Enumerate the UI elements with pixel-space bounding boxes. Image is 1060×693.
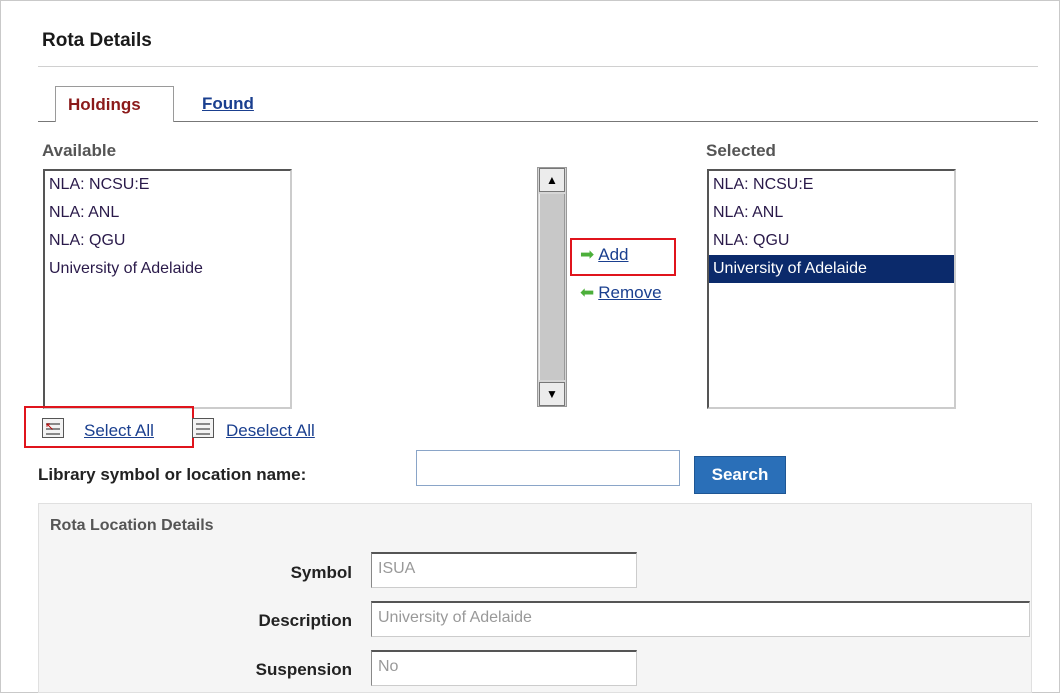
symbol-field[interactable]: ISUA [371,552,637,588]
tab-holdings[interactable]: Holdings [55,86,174,122]
suspension-label: Suspension [255,660,352,679]
available-listbox[interactable]: NLA: NCSU:E NLA: ANL NLA: QGU University… [43,169,292,409]
selected-item[interactable]: NLA: ANL [709,199,954,227]
available-item[interactable]: NLA: NCSU:E [45,171,290,199]
search-input[interactable] [416,450,680,486]
scroll-down-icon[interactable]: ▼ [539,382,565,406]
add-button[interactable]: ➡ Add [580,245,629,265]
arrow-left-icon: ⬅ [580,283,595,302]
remove-label: Remove [598,283,662,302]
deselect-all-link[interactable]: Deselect All [226,421,315,441]
suspension-field[interactable]: No [371,650,637,686]
list-scrollbar[interactable]: ▲ ▼ [537,167,567,407]
symbol-label: Symbol [290,563,352,582]
description-field[interactable]: University of Adelaide [371,601,1030,637]
page-title: Rota Details [42,30,152,51]
selected-item-highlighted[interactable]: University of Adelaide [709,255,954,283]
selected-heading: Selected [706,141,776,160]
deselect-all-icon[interactable] [192,418,214,438]
details-title: Rota Location Details [50,517,214,534]
description-label: Description [258,611,352,630]
selected-item[interactable]: NLA: QGU [709,227,954,255]
select-all-icon[interactable]: ↖ [42,418,64,438]
available-item[interactable]: NLA: ANL [45,199,290,227]
scroll-thumb[interactable] [539,194,565,380]
tab-divider [38,121,1038,122]
search-button[interactable]: Search [694,456,786,494]
available-item[interactable]: NLA: QGU [45,227,290,255]
search-label: Library symbol or location name: [38,465,307,484]
title-divider [38,66,1038,67]
tab-found[interactable]: Found [190,86,266,122]
available-item[interactable]: University of Adelaide [45,255,290,283]
remove-button[interactable]: ⬅ Remove [580,283,662,303]
scroll-up-icon[interactable]: ▲ [539,168,565,192]
selected-item[interactable]: NLA: NCSU:E [709,171,954,199]
add-label: Add [598,245,629,264]
arrow-right-icon: ➡ [580,245,595,264]
selected-listbox[interactable]: NLA: NCSU:E NLA: ANL NLA: QGU University… [707,169,956,409]
select-all-link[interactable]: Select All [84,421,154,441]
available-heading: Available [42,141,117,160]
